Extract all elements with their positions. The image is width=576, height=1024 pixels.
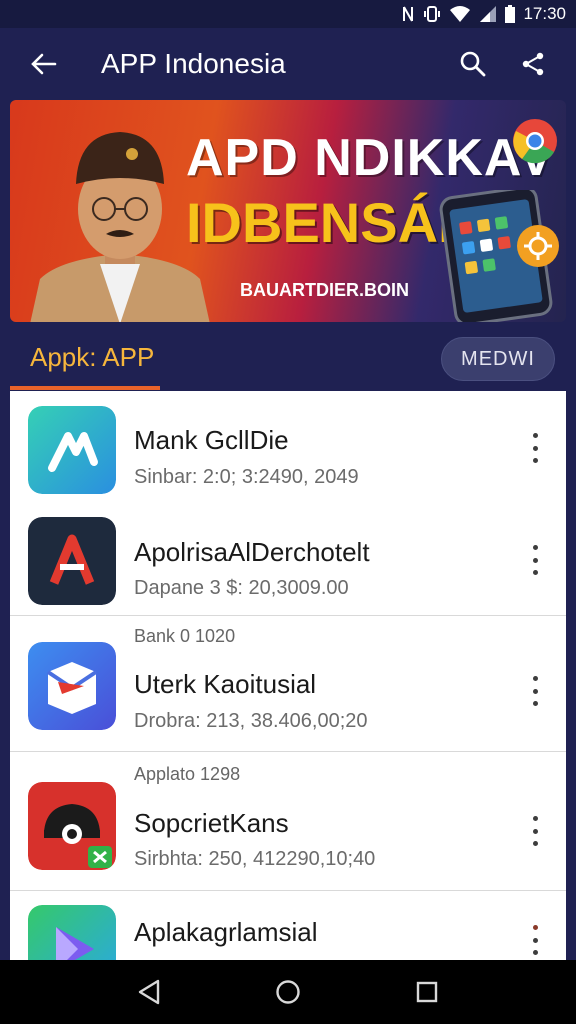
- app-detail: Sinbar: 2:0; 3:2490, 2049: [134, 466, 359, 488]
- app-list: Mank GcllDie Sinbar: 2:0; 3:2490, 2049 A…: [10, 391, 566, 961]
- wifi-icon: [449, 5, 471, 23]
- more-options-icon[interactable]: [530, 925, 540, 955]
- back-arrow-icon[interactable]: [27, 47, 61, 81]
- blue-envelope-app-icon: [28, 642, 116, 730]
- banner-subline: BAUARTDIER.BOIN: [240, 280, 409, 300]
- nav-back-icon[interactable]: [129, 972, 169, 1012]
- system-nav-bar: [0, 960, 576, 1024]
- tab-indicator: [10, 386, 160, 390]
- app-detail: Sirbhta: 250, 412290,10;40: [134, 848, 376, 870]
- red-helmet-app-icon: [28, 782, 116, 870]
- list-item[interactable]: ApolrisaAlDerchotelt Dapane 3 $: 20,3009…: [10, 511, 566, 615]
- section-title[interactable]: Appk: APP: [30, 342, 154, 373]
- more-options-icon[interactable]: [530, 816, 540, 846]
- app-detail: Dapane 3 $: 20,3009.00: [134, 577, 349, 599]
- nav-recents-icon[interactable]: [407, 972, 447, 1012]
- list-item[interactable]: Bank 0 1020 Uterk Kaoitusial Drobra: 213…: [10, 616, 566, 751]
- app-bar: APP Indonesia: [0, 28, 576, 100]
- banner-headline-1: APD NDIKKAV: [186, 129, 555, 187]
- search-icon[interactable]: [456, 47, 490, 81]
- medium-filter-button[interactable]: MEDWI: [441, 337, 555, 381]
- app-name: Aplakagrlamsial: [134, 917, 318, 947]
- nav-home-icon[interactable]: [268, 972, 308, 1012]
- list-item[interactable]: Applato 1298 SopcrietKans Sirbhta: 250, …: [10, 752, 566, 890]
- list-item[interactable]: Aplakagrlamsial: [10, 891, 566, 961]
- app-name: ApolrisaAlDerchotelt: [134, 537, 370, 567]
- play-triangle-app-icon: [28, 905, 116, 961]
- page-title: APP Indonesia: [101, 48, 286, 79]
- more-options-icon[interactable]: [530, 433, 540, 463]
- nfc-icon: [401, 5, 415, 23]
- vibrate-icon: [423, 5, 441, 23]
- promo-banner[interactable]: APD NDIKKAV IDBENSÁI. BAUARTDIER.BOIN: [10, 100, 566, 322]
- list-item[interactable]: Mank GcllDie Sinbar: 2:0; 3:2490, 2049: [10, 391, 566, 511]
- status-bar: 17:30: [0, 0, 576, 28]
- battery-icon: [505, 5, 516, 23]
- app-meta: Bank 0 1020: [134, 626, 236, 646]
- app-name: Uterk Kaoitusial: [134, 669, 317, 699]
- app-name: Mank GcllDie: [134, 425, 289, 455]
- section-header: Appk: APP MEDWI: [0, 330, 576, 392]
- signal-icon: [479, 5, 497, 23]
- share-icon[interactable]: [516, 47, 550, 81]
- app-detail: Drobra: 213, 38.406,00;20: [134, 710, 368, 732]
- status-time: 17:30: [523, 4, 566, 23]
- teal-arrow-app-icon: [28, 406, 116, 494]
- app-name: SopcrietKans: [134, 808, 289, 838]
- more-options-icon[interactable]: [530, 676, 540, 706]
- app-meta: Applato 1298: [134, 764, 241, 784]
- banner-headline-2: IDBENSÁI.: [186, 191, 470, 254]
- chrome-icon: [513, 119, 557, 164]
- more-options-icon[interactable]: [530, 545, 540, 575]
- settings-badge-icon: [517, 225, 559, 267]
- red-a-app-icon: [28, 517, 116, 605]
